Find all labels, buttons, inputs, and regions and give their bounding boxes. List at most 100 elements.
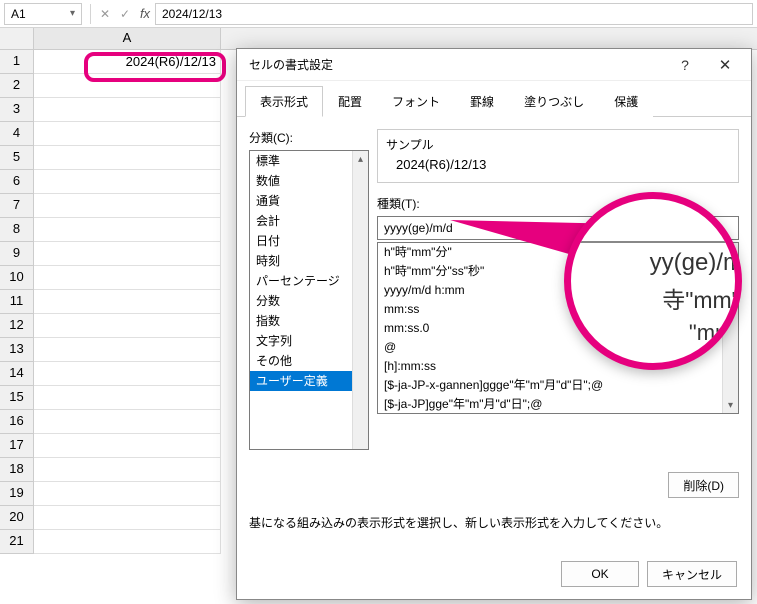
category-item[interactable]: 数値 — [250, 171, 368, 191]
category-item[interactable]: 文字列 — [250, 331, 368, 351]
separator — [90, 4, 91, 24]
type-item[interactable]: mm:ss.0 — [378, 319, 738, 338]
row-header[interactable]: 16 — [0, 410, 34, 434]
cancel-formula-icon[interactable]: ✕ — [95, 4, 115, 24]
formula-input[interactable]: 2024/12/13 — [155, 3, 753, 25]
type-item[interactable]: @ — [378, 338, 738, 357]
row-header[interactable]: 15 — [0, 386, 34, 410]
scroll-up-icon[interactable]: ▴ — [353, 151, 368, 167]
scroll-down-icon[interactable]: ▾ — [723, 397, 738, 413]
row-header[interactable]: 13 — [0, 338, 34, 362]
category-item[interactable]: 日付 — [250, 231, 368, 251]
type-list[interactable]: h"時"mm"分"h"時"mm"分"ss"秒"yyyy/m/d h:mmmm:s… — [377, 242, 739, 414]
cell[interactable] — [34, 218, 221, 242]
scrollbar[interactable]: ▴ — [352, 151, 368, 449]
row-header[interactable]: 7 — [0, 194, 34, 218]
format-cells-dialog: セルの書式設定 ? ✕ 表示形式配置フォント罫線塗りつぶし保護 分類(C): 標… — [236, 48, 752, 600]
close-button[interactable]: ✕ — [707, 51, 743, 79]
row-header[interactable]: 5 — [0, 146, 34, 170]
type-label: 種類(T): — [377, 195, 739, 212]
cell[interactable] — [34, 410, 221, 434]
name-box[interactable]: A1 ▾ — [4, 3, 82, 25]
cell[interactable] — [34, 362, 221, 386]
tab-4[interactable]: 塗りつぶし — [509, 86, 599, 117]
type-item[interactable]: mm:ss — [378, 300, 738, 319]
row-header[interactable]: 17 — [0, 434, 34, 458]
row-header[interactable]: 10 — [0, 266, 34, 290]
type-input[interactable] — [377, 216, 739, 240]
cell[interactable] — [34, 98, 221, 122]
cell[interactable]: 2024(R6)/12/13 — [34, 50, 221, 74]
name-box-value: A1 — [11, 7, 26, 21]
row-header[interactable]: 11 — [0, 290, 34, 314]
row-header[interactable]: 2 — [0, 74, 34, 98]
col-header-a[interactable]: A — [34, 28, 221, 49]
cell[interactable] — [34, 170, 221, 194]
type-item[interactable]: h"時"mm"分"ss"秒" — [378, 262, 738, 281]
cell[interactable] — [34, 290, 221, 314]
type-item[interactable]: [h]:mm:ss — [378, 357, 738, 376]
category-item[interactable]: 時刻 — [250, 251, 368, 271]
dialog-title: セルの書式設定 — [249, 56, 333, 73]
category-label: 分類(C): — [249, 129, 369, 146]
cell[interactable] — [34, 530, 221, 554]
sample-value: 2024(R6)/12/13 — [386, 157, 730, 172]
cell[interactable] — [34, 146, 221, 170]
type-item[interactable]: [$-ja-JP]gge"年"m"月"d"日";@ — [378, 395, 738, 414]
category-item[interactable]: 標準 — [250, 151, 368, 171]
row-header[interactable]: 9 — [0, 242, 34, 266]
row-header[interactable]: 1 — [0, 50, 34, 74]
cell[interactable] — [34, 266, 221, 290]
tab-1[interactable]: 配置 — [323, 86, 377, 117]
scroll-up-icon[interactable]: ▴ — [723, 243, 738, 259]
tab-5[interactable]: 保護 — [599, 86, 653, 117]
column-headers: A — [0, 28, 757, 50]
fx-icon[interactable]: fx — [135, 4, 155, 24]
select-all-corner[interactable] — [0, 28, 34, 49]
tab-0[interactable]: 表示形式 — [245, 86, 323, 117]
chevron-down-icon[interactable]: ▾ — [70, 8, 75, 19]
help-button[interactable]: ? — [667, 51, 703, 79]
type-item[interactable]: h"時"mm"分" — [378, 243, 738, 262]
cell[interactable] — [34, 314, 221, 338]
category-item[interactable]: パーセンテージ — [250, 271, 368, 291]
type-item[interactable]: yyyy/m/d h:mm — [378, 281, 738, 300]
tab-2[interactable]: フォント — [377, 86, 455, 117]
row-header[interactable]: 14 — [0, 362, 34, 386]
category-item[interactable]: ユーザー定義 — [250, 371, 368, 391]
row-header[interactable]: 8 — [0, 218, 34, 242]
category-item[interactable]: 通貨 — [250, 191, 368, 211]
cell[interactable] — [34, 194, 221, 218]
cell[interactable] — [34, 506, 221, 530]
cell[interactable] — [34, 122, 221, 146]
cell[interactable] — [34, 242, 221, 266]
row-header[interactable]: 19 — [0, 482, 34, 506]
row-header[interactable]: 4 — [0, 122, 34, 146]
delete-button[interactable]: 削除(D) — [668, 472, 739, 498]
ok-button[interactable]: OK — [561, 561, 639, 587]
cell[interactable] — [34, 74, 221, 98]
row-header[interactable]: 21 — [0, 530, 34, 554]
row-header[interactable]: 12 — [0, 314, 34, 338]
category-list[interactable]: 標準数値通貨会計日付時刻パーセンテージ分数指数文字列その他ユーザー定義 ▴ — [249, 150, 369, 450]
cell[interactable] — [34, 482, 221, 506]
tab-strip: 表示形式配置フォント罫線塗りつぶし保護 — [237, 81, 751, 117]
row-header[interactable]: 18 — [0, 458, 34, 482]
cell[interactable] — [34, 434, 221, 458]
row-header[interactable]: 20 — [0, 506, 34, 530]
cancel-button[interactable]: キャンセル — [647, 561, 737, 587]
type-item[interactable]: [$-ja-JP-x-gannen]ggge"年"m"月"d"日";@ — [378, 376, 738, 395]
cell[interactable] — [34, 338, 221, 362]
category-item[interactable]: その他 — [250, 351, 368, 371]
sample-box: サンプル 2024(R6)/12/13 — [377, 129, 739, 183]
row-header[interactable]: 6 — [0, 170, 34, 194]
cell[interactable] — [34, 458, 221, 482]
confirm-formula-icon[interactable]: ✓ — [115, 4, 135, 24]
scrollbar[interactable]: ▴ ▾ — [722, 243, 738, 413]
row-header[interactable]: 3 — [0, 98, 34, 122]
tab-3[interactable]: 罫線 — [455, 86, 509, 117]
category-item[interactable]: 指数 — [250, 311, 368, 331]
category-item[interactable]: 会計 — [250, 211, 368, 231]
category-item[interactable]: 分数 — [250, 291, 368, 311]
cell[interactable] — [34, 386, 221, 410]
